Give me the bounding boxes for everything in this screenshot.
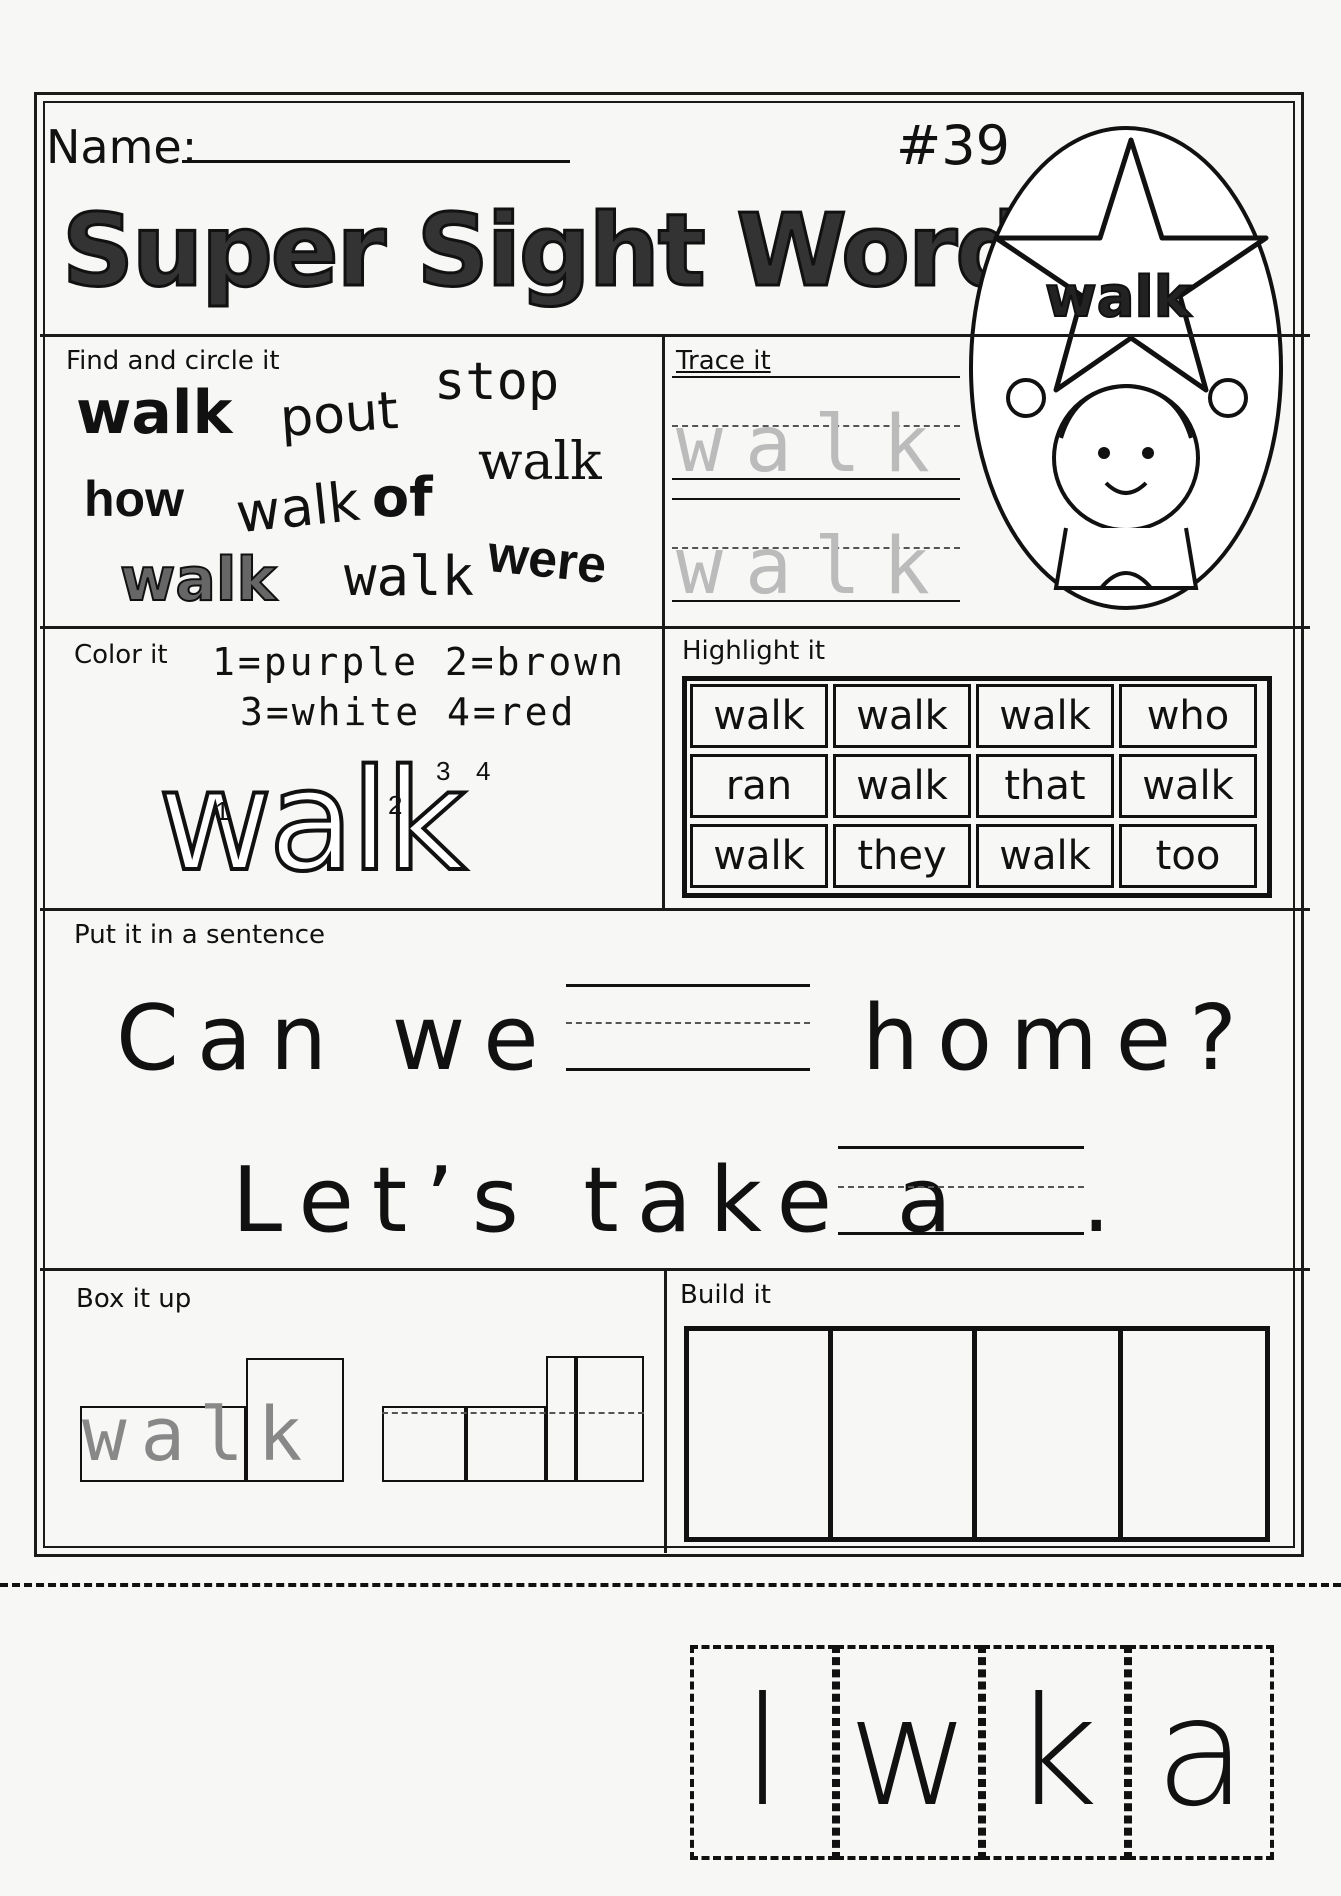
box-empty-cell[interactable]	[546, 1356, 576, 1482]
letter-tile[interactable]: l	[690, 1645, 836, 1860]
highlight-cell[interactable]: ran	[690, 754, 828, 818]
trace-it-label: Trace it	[676, 346, 771, 376]
sentence-label: Put it in a sentence	[74, 920, 325, 950]
find-word[interactable]: walk	[233, 470, 362, 546]
trace-word[interactable]: walk	[676, 400, 952, 490]
name-label: Name:	[46, 120, 198, 174]
color-key-line2: 3=white 4=red	[240, 690, 577, 734]
sentence2-blank-mid	[838, 1186, 1084, 1188]
find-word[interactable]: were	[485, 524, 609, 596]
sentence2-blank[interactable]	[838, 1232, 1084, 1235]
divider-row3	[40, 1268, 1310, 1271]
trace-word[interactable]: walk	[676, 522, 952, 612]
color-number: 1	[215, 796, 230, 826]
box-empty-cell[interactable]	[382, 1406, 466, 1482]
find-word[interactable]: stop	[434, 352, 559, 412]
find-word[interactable]: how	[84, 470, 184, 528]
color-key-line1: 1=purple 2=brown	[212, 640, 627, 684]
highlight-cell[interactable]: who	[1119, 684, 1257, 748]
highlight-cell[interactable]: walk	[690, 824, 828, 888]
build-divider	[1118, 1326, 1123, 1542]
highlight-cell[interactable]: they	[833, 824, 971, 888]
box-empty-cell[interactable]	[576, 1356, 644, 1482]
sentence1-blank[interactable]	[566, 1068, 810, 1071]
build-divider	[972, 1326, 977, 1542]
color-word[interactable]: walk	[156, 738, 468, 905]
find-word[interactable]: pout	[278, 381, 400, 449]
highlight-cell[interactable]: walk	[1119, 754, 1257, 818]
cut-line	[0, 1583, 1341, 1587]
color-number: 3	[436, 756, 451, 786]
star-badge-word: walk	[1044, 264, 1192, 331]
find-word[interactable]: of	[372, 466, 433, 529]
sentence2-blank-top	[838, 1146, 1084, 1149]
find-word[interactable]: walk	[119, 544, 277, 616]
highlight-cell[interactable]: walk	[833, 754, 971, 818]
letter-tile[interactable]: w	[836, 1645, 982, 1860]
highlight-it-label: Highlight it	[682, 636, 826, 666]
sentence1-end: home?	[862, 986, 1255, 1091]
divider-row1	[40, 626, 1310, 629]
divider-row2	[40, 908, 1310, 911]
page-title: Super Sight Word:	[61, 191, 1067, 311]
sentence1-blank-mid	[566, 1022, 810, 1024]
highlight-cell[interactable]: too	[1119, 824, 1257, 888]
trace-guide-top	[672, 498, 960, 500]
find-word[interactable]: walk	[344, 545, 474, 608]
box-trace-word[interactable]: walk	[82, 1392, 316, 1478]
find-it-label: Find and circle it	[66, 346, 280, 376]
build-it-label: Build it	[680, 1280, 771, 1310]
box-it-label: Box it up	[76, 1284, 192, 1314]
star-mascot-illustration	[969, 126, 1283, 610]
box-guide-line	[382, 1412, 644, 1414]
trace-guide-top	[672, 376, 960, 378]
letter-tile[interactable]: k	[982, 1645, 1128, 1860]
color-number: 4	[476, 756, 491, 786]
sentence1-blank-top	[566, 984, 810, 987]
sentence2-start: Let’s take a	[232, 1148, 970, 1253]
highlight-cell[interactable]: that	[976, 754, 1114, 818]
color-it-label: Color it	[74, 640, 168, 670]
sentence1-start: Can we	[116, 986, 557, 1091]
highlight-cell[interactable]: walk	[976, 684, 1114, 748]
highlight-cell[interactable]: walk	[690, 684, 828, 748]
color-number: 2	[388, 790, 403, 820]
find-word[interactable]: walk	[76, 378, 232, 448]
find-word[interactable]: walk	[478, 432, 602, 492]
name-field-line[interactable]	[182, 160, 570, 163]
letter-tile[interactable]: a	[1128, 1645, 1274, 1860]
divider-col-top	[662, 334, 665, 908]
box-empty-cell[interactable]	[466, 1406, 546, 1482]
highlight-cell[interactable]: walk	[976, 824, 1114, 888]
highlight-cell[interactable]: walk	[833, 684, 971, 748]
divider-col-bottom	[664, 1268, 667, 1553]
build-grid	[684, 1326, 1270, 1542]
divider-header	[40, 334, 1310, 337]
build-divider	[828, 1326, 833, 1542]
sentence2-end: .	[1082, 1148, 1129, 1253]
